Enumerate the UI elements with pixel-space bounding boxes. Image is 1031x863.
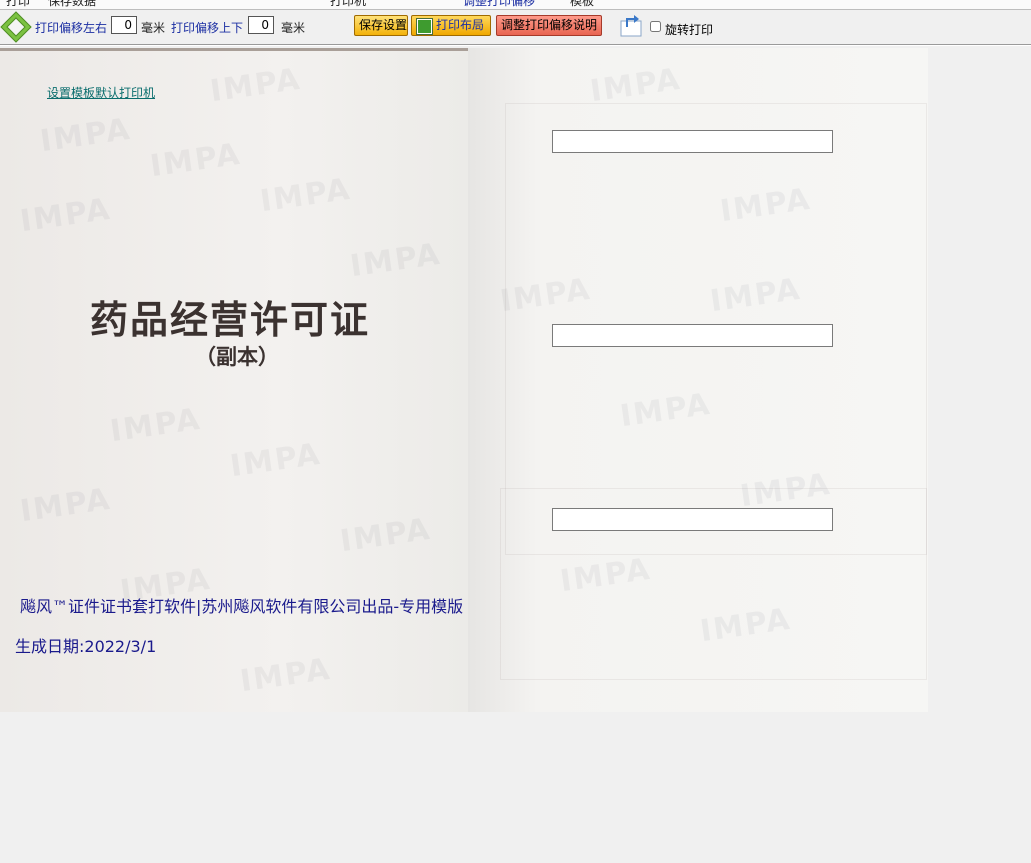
rotate-print-checkbox[interactable]	[650, 21, 661, 32]
print-layout-button[interactable]: 打印布局	[411, 15, 491, 36]
license-field-1[interactable]	[552, 130, 833, 153]
offset-ud-input[interactable]	[248, 16, 274, 34]
menu-item-print[interactable]: 打印	[6, 0, 30, 9]
offset-help-button[interactable]: 调整打印偏移说明	[496, 15, 602, 36]
rotate-print-label: 旋转打印	[665, 23, 714, 37]
menu-strip: 打印 保存数据 打印机 调整打印偏移 模板	[0, 0, 1031, 10]
offset-lr-input[interactable]	[111, 16, 137, 34]
layout-icon	[417, 19, 432, 34]
menu-item-adjust-offset[interactable]: 调整打印偏移	[463, 0, 535, 9]
software-credit: 飚风™证件证书套打软件|苏州飚风软件有限公司出品-专用模版	[20, 597, 464, 616]
menu-item-printer[interactable]: 打印机	[330, 0, 366, 9]
toolbar-divider	[0, 45, 1031, 46]
document-preview: IMPA IMPA IMPA IMPA IMPA IMPA IMPA IMPA …	[0, 48, 928, 712]
set-default-printer-link[interactable]: 设置模板默认打印机	[47, 84, 155, 101]
print-layout-label: 打印布局	[436, 18, 485, 32]
license-field-3[interactable]	[552, 508, 833, 531]
direction-arrows-icon[interactable]	[0, 11, 32, 43]
offset-lr-label: 打印偏移左右	[35, 21, 108, 35]
license-field-2[interactable]	[552, 324, 833, 347]
license-subtitle: （副本）	[195, 344, 279, 369]
offset-ud-label: 打印偏移上下	[171, 21, 244, 35]
rotate-print-icon[interactable]	[618, 13, 644, 39]
generated-date: 生成日期:2022/3/1	[15, 637, 157, 656]
menu-item-save-data[interactable]: 保存数据	[48, 0, 96, 9]
license-title: 药品经营许可证	[90, 297, 371, 342]
menu-item-template[interactable]: 模板	[570, 0, 594, 9]
offset-lr-unit: 毫米	[141, 21, 166, 35]
toolbar: 打印偏移左右 毫米 打印偏移上下 毫米 保存设置 打印布局 调整打印偏移说明 旋…	[0, 10, 1031, 46]
page-edge	[0, 48, 468, 51]
save-settings-button[interactable]: 保存设置	[354, 15, 408, 36]
offset-ud-unit: 毫米	[281, 21, 306, 35]
